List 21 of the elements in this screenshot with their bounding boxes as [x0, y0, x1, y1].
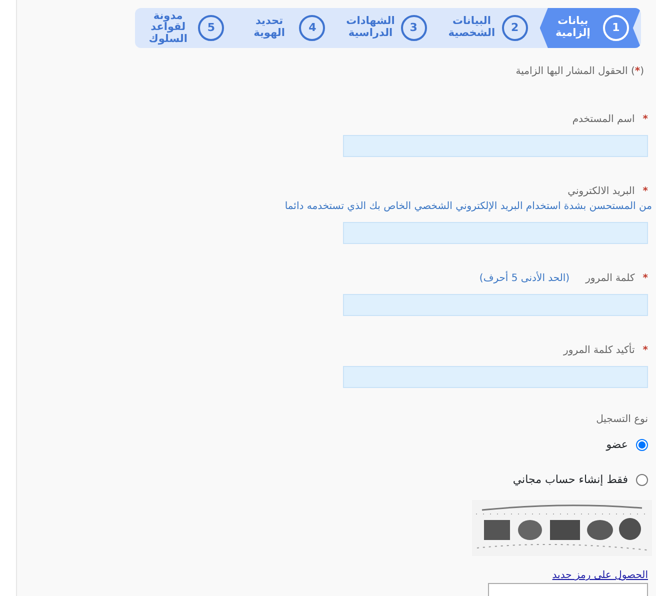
- radio-label: فقط إنشاء حساب مجاني: [512, 472, 628, 488]
- required-asterisk: *: [642, 344, 648, 358]
- radio-button[interactable]: [636, 474, 648, 486]
- field-label: البريد الالكتروني: [568, 185, 635, 199]
- required-asterisk: *: [642, 113, 648, 127]
- field-hint: من المستحسن بشدة استخدام البريد الإلكتروني الشخصي الخاص بك الذي تستخدمه دائما: [284, 200, 652, 214]
- required-asterisk: *: [642, 272, 648, 286]
- text-field[interactable]: [343, 222, 648, 244]
- text-field[interactable]: [343, 366, 648, 388]
- registration-type-label: نوع التسجيل: [595, 413, 648, 427]
- new-code-link[interactable]: الحصول على رمز جديد: [552, 568, 648, 583]
- required-note: ( * ) الحقول المشار اليها الزامية: [516, 65, 644, 79]
- radio-label: عضو: [606, 437, 628, 453]
- text-field[interactable]: [343, 294, 648, 316]
- radio-button[interactable]: [636, 439, 648, 452]
- required-asterisk: *: [642, 185, 648, 199]
- field-label: كلمة المرور: [586, 272, 635, 286]
- field-hint: (الحد الأدنى 5 أحرف): [479, 271, 570, 286]
- field-label: اسم المستخدم: [572, 113, 635, 127]
- text-field[interactable]: [343, 135, 648, 157]
- field-label: تأكيد كلمة المرور: [564, 343, 635, 358]
